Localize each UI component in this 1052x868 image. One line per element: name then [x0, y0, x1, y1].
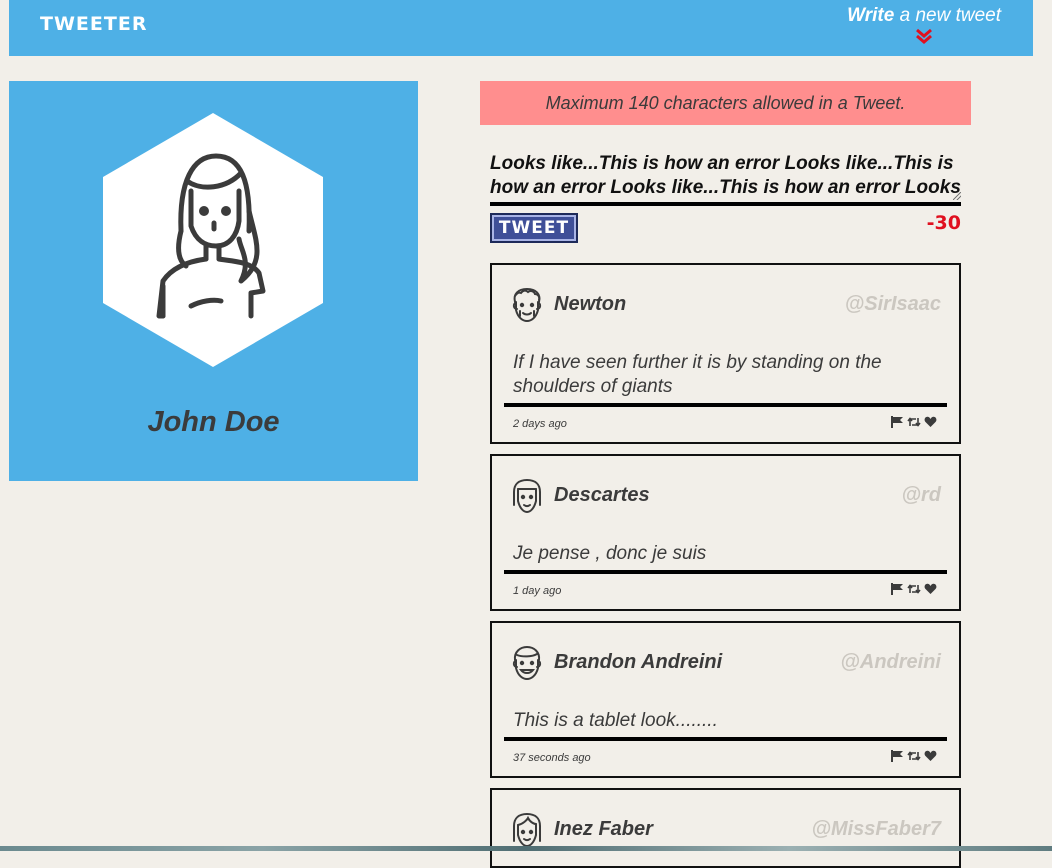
error-message: Maximum 140 characters allowed in a Twee… — [480, 81, 971, 125]
curly-hair-man-avatar-icon — [512, 287, 542, 323]
tweet-button[interactable]: TWEET — [490, 213, 578, 243]
heart-icon[interactable] — [924, 750, 937, 762]
tweet-author-handle[interactable]: @SirIsaac — [845, 293, 941, 316]
tweet-author-name[interactable]: Newton — [554, 293, 626, 316]
tweet-timestamp: 1 day ago — [513, 585, 562, 597]
heart-icon[interactable] — [924, 583, 937, 595]
tweet-textarea[interactable] — [490, 152, 961, 202]
tweet-text: This is a tablet look........ — [513, 710, 718, 731]
profile-avatar — [101, 111, 325, 369]
profile-card: John Doe — [9, 81, 418, 481]
tweet-card: Descartes @rd Je pense , donc je suis 1 … — [490, 454, 961, 611]
bob-hair-avatar-icon — [513, 478, 541, 514]
flag-icon[interactable] — [891, 750, 904, 762]
tweet-composer — [490, 152, 961, 206]
tweet-divider — [504, 737, 947, 741]
retweet-icon[interactable] — [907, 583, 921, 595]
tweet-timestamp: 2 days ago — [513, 418, 567, 430]
write-new-tweet-label: Write a new tweet — [847, 5, 1001, 26]
tweet-author-handle[interactable]: @rd — [901, 484, 941, 507]
tweet-actions — [891, 416, 937, 428]
tweet-text: Je pense , donc je suis — [513, 543, 707, 564]
profile-name: John Doe — [147, 406, 280, 438]
page-bottom-edge — [0, 846, 1052, 851]
tweet-card: Brandon Andreini @Andreini This is a tab… — [490, 621, 961, 778]
write-new-tweet-toggle[interactable]: Write a new tweet — [847, 5, 1001, 44]
tweet-card: Inez Faber @MissFaber7 — [490, 788, 961, 868]
tweet-author-name[interactable]: Descartes — [554, 484, 650, 507]
girl-avatar-icon — [103, 113, 323, 367]
tweet-timestamp: 37 seconds ago — [513, 752, 591, 764]
woman-avatar-icon — [513, 812, 541, 848]
brand-logo[interactable]: TWEETER — [40, 13, 147, 35]
heart-icon[interactable] — [924, 416, 937, 428]
character-counter: -30 — [926, 212, 961, 234]
tweet-card: Newton @SirIsaac If I have seen further … — [490, 263, 961, 444]
flag-icon[interactable] — [891, 583, 904, 595]
double-chevron-down-icon — [916, 28, 933, 44]
top-navbar: TWEETER Write a new tweet — [9, 0, 1033, 56]
retweet-icon[interactable] — [907, 416, 921, 428]
tweet-author-name[interactable]: Inez Faber — [554, 818, 653, 841]
flag-icon[interactable] — [891, 416, 904, 428]
smiling-man-avatar-icon — [512, 645, 542, 681]
tweet-actions — [891, 583, 937, 595]
tweet-author-name[interactable]: Brandon Andreini — [554, 651, 722, 674]
tweet-text: If I have seen further it is by standing… — [513, 352, 882, 397]
tweet-author-handle[interactable]: @MissFaber7 — [811, 818, 941, 841]
tweet-author-handle[interactable]: @Andreini — [840, 651, 941, 674]
tweet-divider — [504, 570, 947, 574]
tweet-actions — [891, 750, 937, 762]
retweet-icon[interactable] — [907, 750, 921, 762]
tweet-divider — [504, 403, 947, 407]
resize-handle-icon[interactable] — [953, 192, 961, 200]
